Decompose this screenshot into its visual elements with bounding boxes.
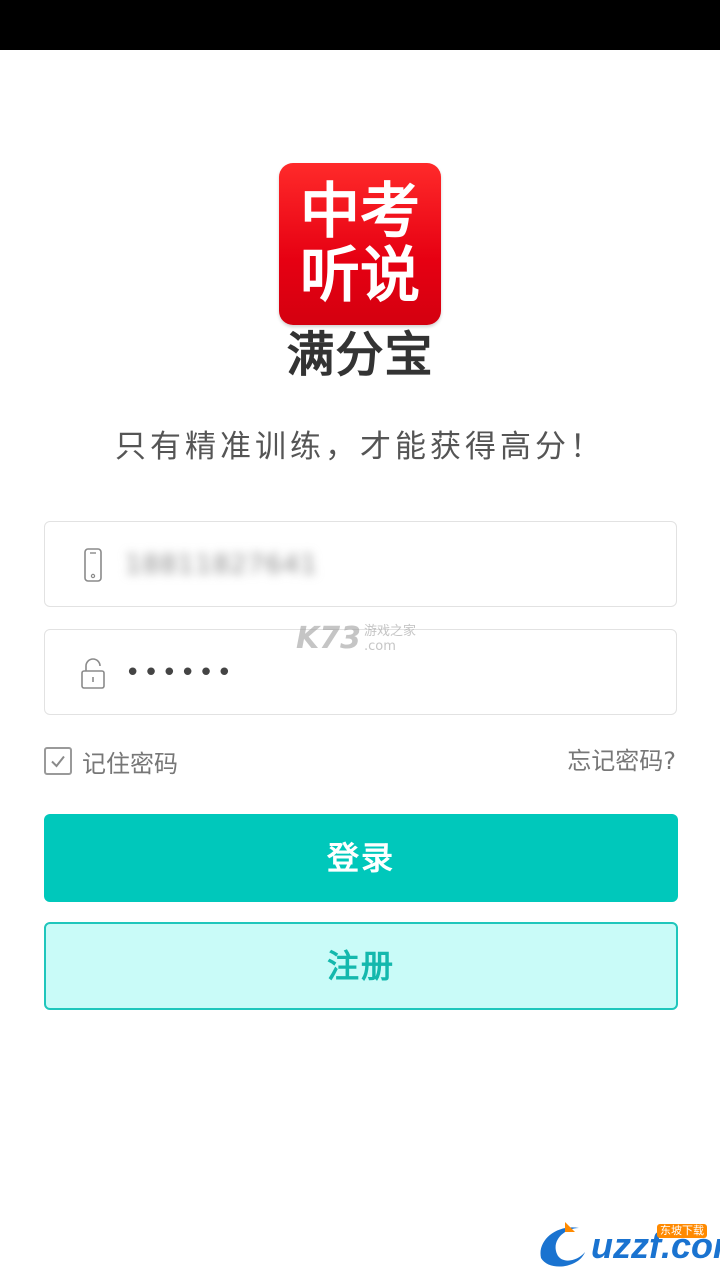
password-input[interactable]: •••••• xyxy=(125,630,645,716)
remember-label: 记住密码 xyxy=(82,749,178,778)
logo-line-2: 听说 xyxy=(300,241,420,311)
remember-checkbox[interactable] xyxy=(44,747,72,775)
uzzf-swirl-icon xyxy=(540,1222,585,1267)
login-button[interactable]: 登录 xyxy=(44,814,678,902)
register-button[interactable]: 注册 xyxy=(44,922,678,1010)
logo-line-1: 中考 xyxy=(300,177,420,247)
remember-password-toggle[interactable]: 记住密码 xyxy=(44,744,178,778)
uzzf-tag: 东坡下载 xyxy=(657,1224,707,1238)
app-logo: 中考 听说 xyxy=(279,163,441,325)
phone-icon xyxy=(84,548,102,582)
logo-subtitle: 满分宝 xyxy=(286,327,434,383)
forgot-password-link[interactable]: 忘记密码? xyxy=(567,744,676,778)
check-icon xyxy=(51,755,65,768)
uzzf-watermark: uzzf.com 东坡下载 xyxy=(535,1218,720,1270)
uzzf-text: uzzf.com xyxy=(591,1225,720,1266)
status-bar xyxy=(0,0,720,50)
slogan: 只有精准训练，才能获得高分！ xyxy=(115,429,605,465)
phone-input[interactable] xyxy=(125,522,645,608)
lock-icon xyxy=(81,658,105,689)
phone-field[interactable] xyxy=(44,521,677,608)
password-field[interactable]: •••••• xyxy=(44,629,677,715)
